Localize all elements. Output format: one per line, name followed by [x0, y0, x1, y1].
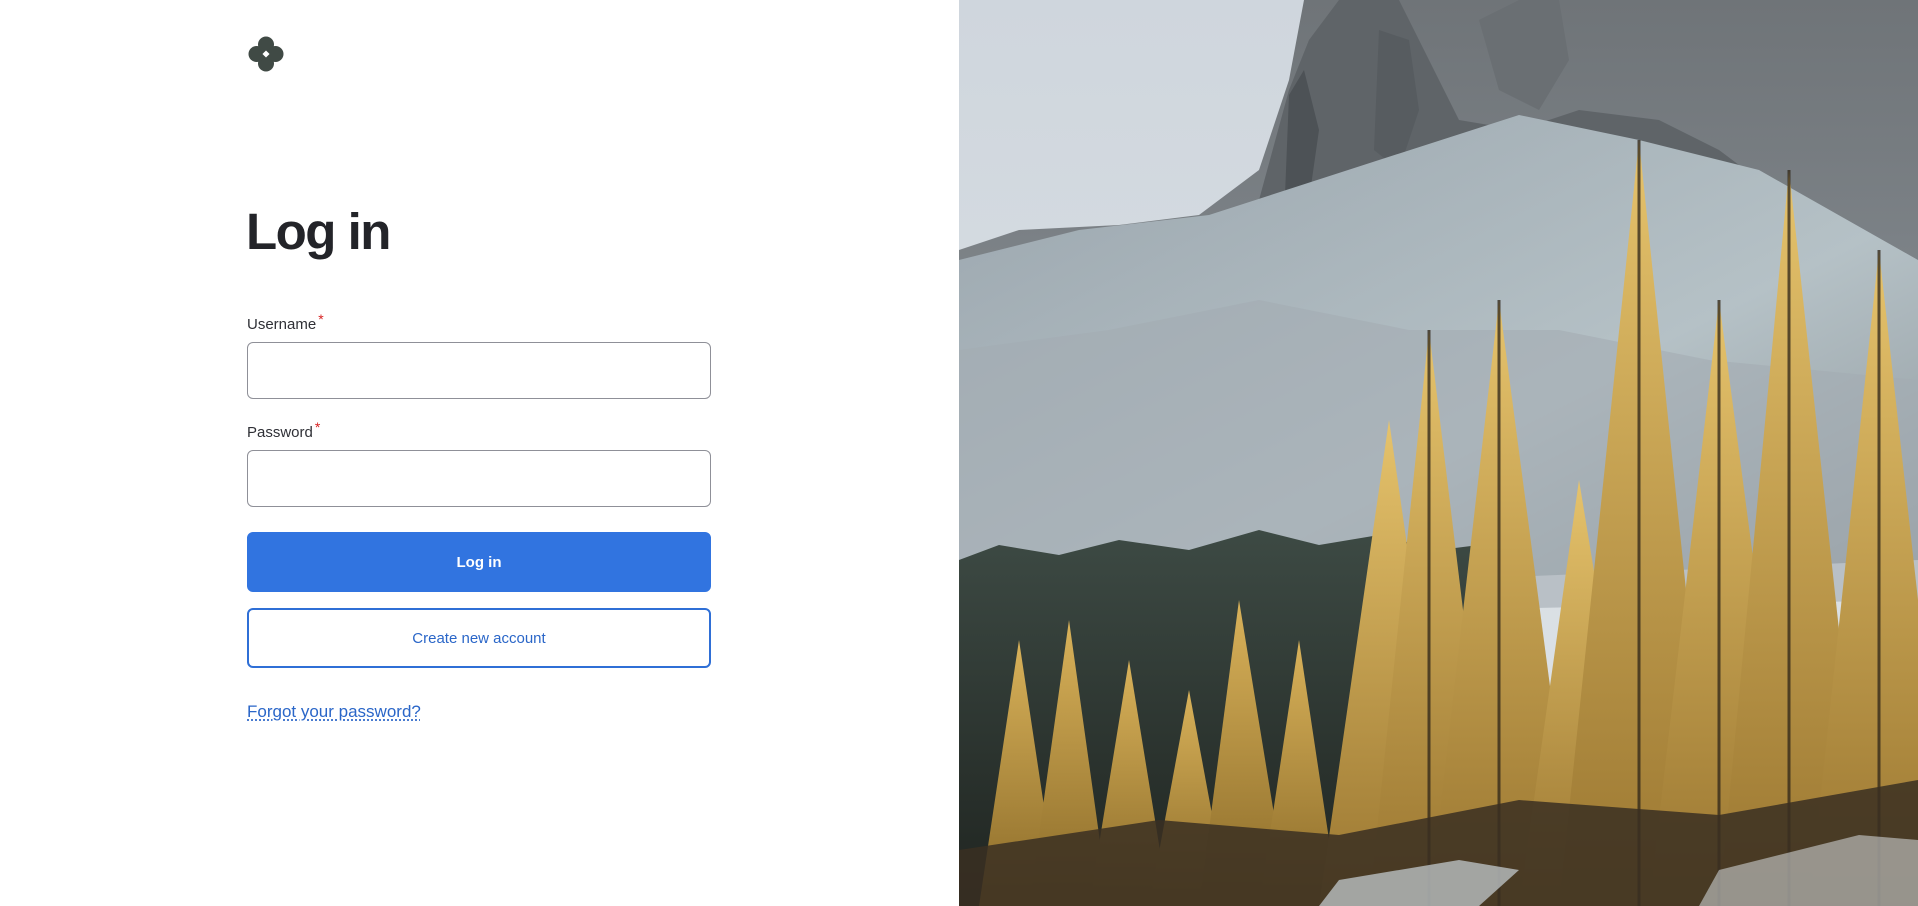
- required-marker: *: [318, 311, 324, 327]
- mountain-and-larch-trees-image: [959, 0, 1918, 906]
- login-panel: Log in Username * Password * Log in Create…: [0, 0, 959, 906]
- required-marker: *: [314, 419, 321, 435]
- login-page: Log in Username * Password * Log in Create…: [0, 0, 1918, 906]
- password-input[interactable]: [247, 450, 711, 507]
- forgot-password-link[interactable]: Forgot your password?: [247, 702, 421, 722]
- create-account-button[interactable]: Create new account: [247, 608, 711, 668]
- username-label: Username *: [247, 312, 324, 333]
- password-label-text: Password: [247, 424, 313, 441]
- password-label: Password *: [247, 420, 320, 441]
- clover-logo-icon: [248, 36, 284, 72]
- login-button[interactable]: Log in: [247, 532, 711, 592]
- username-label-text: Username: [247, 316, 317, 333]
- page-title: Log in: [246, 203, 391, 260]
- hero-image: [959, 0, 1918, 906]
- username-input[interactable]: [247, 342, 711, 399]
